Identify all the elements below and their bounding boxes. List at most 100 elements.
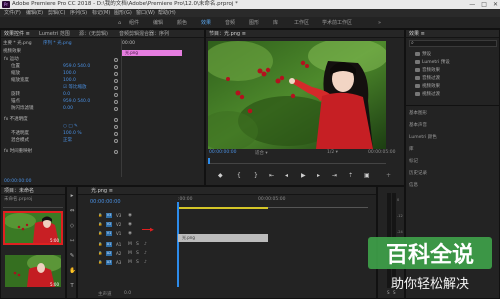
track-source-patch[interactable]: A1 xyxy=(106,242,112,247)
effect-row[interactable]: 不透明度 100.0 % xyxy=(11,130,82,137)
effect-row[interactable]: 锚点 959.0 540.0 xyxy=(11,98,90,105)
program-timecode[interactable]: 00:00:00:00 xyxy=(209,150,236,155)
effect-row-value[interactable]: 100.0 % xyxy=(63,130,82,137)
reset-parameter-icon[interactable] xyxy=(114,138,118,143)
effect-row-value[interactable]: ☑ 等比缩放 xyxy=(63,84,86,91)
track-source-patch[interactable]: A2 xyxy=(106,251,112,256)
add-button[interactable]: + xyxy=(386,172,391,179)
tree-item-video-transitions[interactable]: 视频过渡 xyxy=(415,91,440,97)
track-source-patch[interactable]: V1 xyxy=(106,231,112,236)
timeline-tab-label[interactable]: 光.png ≡ xyxy=(81,188,113,194)
track-lock-icon[interactable]: 🔒 xyxy=(98,213,102,217)
reset-parameter-icon[interactable] xyxy=(114,124,118,129)
program-fit-select[interactable]: 适合 ▾ xyxy=(255,150,268,156)
track-lock-icon[interactable]: 🔒 xyxy=(98,260,102,264)
reset-parameter-icon[interactable] xyxy=(114,131,118,136)
track-solo-button[interactable]: S xyxy=(136,251,139,256)
effect-row-value[interactable]: 正常 xyxy=(63,137,72,144)
tree-item-video-effects[interactable]: 视频效果 xyxy=(415,83,440,89)
effect-row[interactable]: 缩放宽度 100.0 xyxy=(11,77,76,84)
panel-lumetri-color[interactable]: Lumetri 颜色 xyxy=(409,134,437,140)
effect-row[interactable]: 旋转 0.0 xyxy=(11,91,70,98)
track-mute-button[interactable]: M xyxy=(128,242,132,247)
workspace-workspaces[interactable]: 工作区 xyxy=(294,17,309,29)
timeline-playhead[interactable] xyxy=(177,202,179,287)
workspace-custom[interactable]: 学术前工作区 xyxy=(322,17,352,29)
tree-item-lumetri-presets[interactable]: Lumetri 预设 xyxy=(415,59,450,65)
reset-parameter-icon[interactable] xyxy=(114,117,118,122)
sequence-selector[interactable]: 序列 * 光.png xyxy=(43,40,72,47)
panel-essential-sound[interactable]: 基本声音 xyxy=(409,122,427,128)
selection-tool-icon[interactable]: ▸ xyxy=(69,193,75,199)
effect-row[interactable]: 混合模式 正常 xyxy=(11,137,72,144)
tab-lumetri-scopes[interactable]: Lumetri 范围 xyxy=(39,30,70,37)
reset-parameter-icon[interactable] xyxy=(114,85,118,90)
track-lock-icon[interactable]: 🔒 xyxy=(98,251,102,255)
ec-timecode[interactable]: 00:00:00:00 xyxy=(4,178,31,185)
track-solo-button[interactable]: S xyxy=(136,260,139,265)
panel-info[interactable]: 信息 xyxy=(409,182,418,188)
track-solo-button[interactable]: S xyxy=(136,242,139,247)
reset-parameter-icon[interactable] xyxy=(114,64,118,69)
workspace-editing[interactable]: 编辑 xyxy=(153,17,163,29)
menu-graphics[interactable]: 图形(G) xyxy=(114,9,132,17)
effect-row[interactable]: 防闪烁滤镜 0.00 xyxy=(11,105,73,112)
track-source-patch[interactable]: V2 xyxy=(106,222,112,227)
project-search-input[interactable] xyxy=(3,203,63,208)
track-lock-icon[interactable]: 🔒 xyxy=(98,231,102,235)
timeline-clip-v1[interactable]: 光.png xyxy=(178,234,268,242)
track-voiceover-icon[interactable]: ♪ xyxy=(144,242,147,247)
export-frame-button[interactable]: ▣ xyxy=(364,172,370,179)
track-source-patch[interactable]: A3 xyxy=(106,260,112,265)
panel-history[interactable]: 历史记录 xyxy=(409,170,427,176)
workspace-more[interactable]: » xyxy=(378,17,381,29)
effect-row[interactable]: fx 运动 xyxy=(4,56,19,63)
workspace-effects[interactable]: 效果 xyxy=(201,17,211,29)
track-voiceover-icon[interactable]: ♪ xyxy=(144,260,147,265)
goto-out-button[interactable]: ⇥ xyxy=(332,172,337,179)
timeline-timecode[interactable]: 00:00:00:00 xyxy=(90,199,121,205)
tab-audio-clip-mixer[interactable]: 音频剪辑混合器：序列 xyxy=(119,30,169,37)
tree-item-presets[interactable]: 预设 xyxy=(415,51,431,57)
lift-button[interactable]: ⇡ xyxy=(348,172,353,179)
workspace-audio[interactable]: 音频 xyxy=(225,17,235,29)
tab-effect-controls[interactable]: 效果控件 ≡ xyxy=(4,30,30,37)
play-button[interactable]: ▶ xyxy=(301,172,306,179)
project-clip-thumbnail-selected[interactable]: 5:00 xyxy=(3,211,63,245)
menu-window[interactable]: 窗口(W) xyxy=(136,9,155,17)
hand-tool-icon[interactable]: ✋ xyxy=(69,268,76,274)
project-clip-thumbnail[interactable]: 5:00 xyxy=(5,255,61,287)
effect-row-value[interactable]: 959.0 540.0 xyxy=(63,63,90,70)
project-tab-label[interactable]: 项目：未命名 xyxy=(4,188,34,194)
panel-markers[interactable]: 标记 xyxy=(409,158,418,164)
type-tool-icon[interactable]: T xyxy=(69,283,75,289)
menu-clip[interactable]: 剪辑(C) xyxy=(48,9,65,17)
panel-essential-graphics[interactable]: 基本图形 xyxy=(409,110,427,116)
mark-out-button[interactable]: } xyxy=(254,172,258,179)
goto-in-button[interactable]: ⇤ xyxy=(269,172,274,179)
reset-parameter-icon[interactable] xyxy=(114,149,118,154)
workspace-graphics[interactable]: 图形 xyxy=(249,17,259,29)
menu-help[interactable]: 帮助(H) xyxy=(158,9,176,17)
master-value[interactable]: 0.0 xyxy=(124,291,131,296)
effect-row-value[interactable]: 0.0 xyxy=(63,91,70,98)
workspace-libraries[interactable]: 库 xyxy=(273,17,278,29)
track-visibility-icon[interactable]: ◉ xyxy=(128,222,132,227)
pen-tool-icon[interactable]: ✎ xyxy=(69,253,75,259)
program-tab-label[interactable]: 节目：光.png ≡ xyxy=(209,31,246,37)
minimize-button[interactable]: — xyxy=(469,0,475,9)
home-icon[interactable]: ⌂ xyxy=(118,17,121,29)
track-visibility-icon[interactable]: ◉ xyxy=(128,231,132,236)
menu-marker[interactable]: 标记(M) xyxy=(92,9,110,17)
track-lock-icon[interactable]: 🔒 xyxy=(98,242,102,246)
menu-edit[interactable]: 编辑(E) xyxy=(26,9,43,17)
reset-parameter-icon[interactable] xyxy=(114,106,118,111)
effect-row[interactable]: 位置 959.0 540.0 xyxy=(11,63,90,70)
track-visibility-icon[interactable]: ◉ xyxy=(128,213,132,218)
effects-tab-label[interactable]: 效果 ≡ xyxy=(409,31,425,37)
effect-row[interactable]: fx 不透明度 xyxy=(4,116,28,123)
effect-row-value[interactable]: 959.0 540.0 xyxy=(63,98,90,105)
work-area-bar[interactable] xyxy=(178,207,268,209)
reset-parameter-icon[interactable] xyxy=(114,78,118,83)
ec-clip-bar[interactable]: 光.png xyxy=(122,50,182,56)
